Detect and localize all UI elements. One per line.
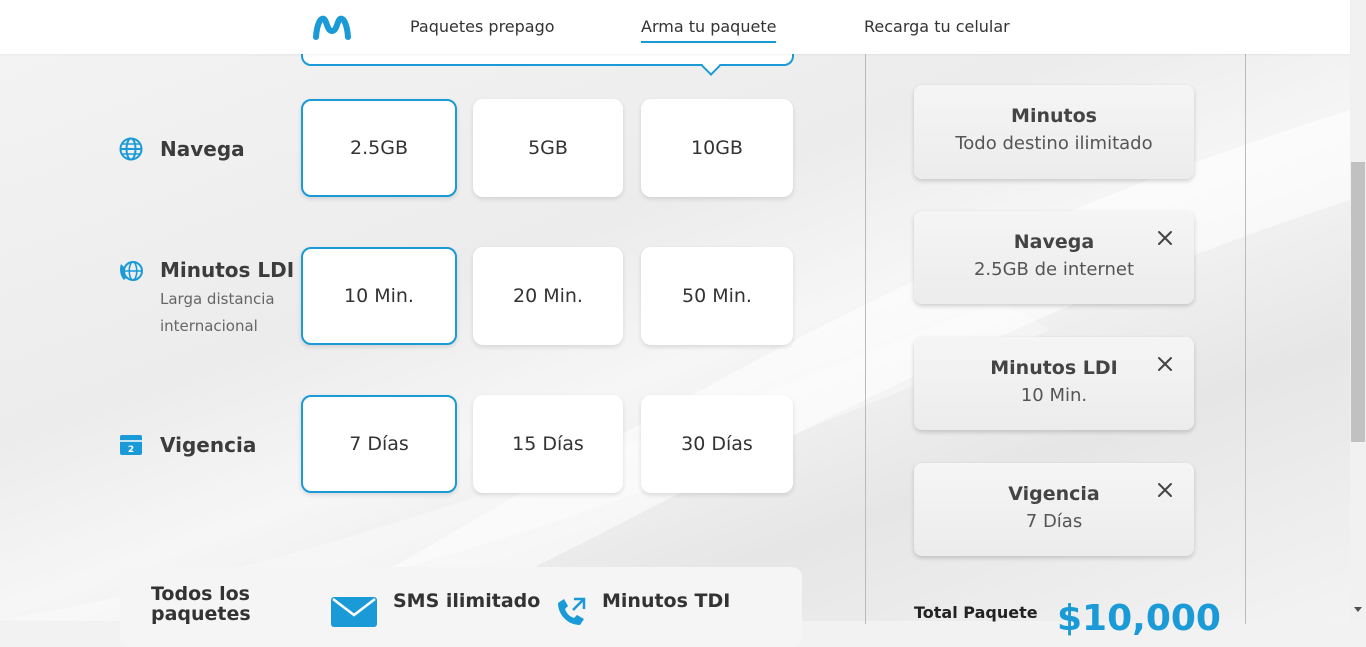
option-vigencia-7-dias[interactable]: 7 Días	[301, 395, 457, 493]
globe-icon	[119, 137, 143, 161]
scroll-down-arrow-icon[interactable]	[1354, 607, 1362, 612]
top-navigation-bar: Paquetes prepago Arma tu paquete Recarga…	[0, 0, 1350, 54]
summary-card-title: Minutos LDI	[990, 357, 1118, 379]
included-title: Todos los paquetes	[151, 583, 251, 625]
close-icon[interactable]	[1156, 481, 1174, 499]
row-subtitle: Larga distancia internacional	[160, 290, 275, 335]
feature-minutos-tdi: Minutos TDI	[602, 590, 731, 612]
summary-card-title: Minutos	[1011, 105, 1097, 127]
envelope-icon	[331, 597, 377, 627]
movistar-logo-icon[interactable]	[313, 13, 351, 41]
feature-sms-ilimitado: SMS ilimitado	[393, 590, 541, 612]
row-title: Minutos LDI	[160, 258, 295, 282]
close-icon[interactable]	[1156, 355, 1174, 373]
summary-card-minutos: Minutos Todo destino ilimitado	[914, 85, 1194, 179]
international-call-icon	[120, 261, 143, 281]
option-navega-10gb[interactable]: 10GB	[641, 99, 793, 197]
summary-card-title: Vigencia	[1008, 483, 1100, 505]
summary-card-vigencia: Vigencia 7 Días	[914, 463, 1194, 556]
calendar-icon: 2	[120, 435, 142, 455]
scrollbar-thumb[interactable]	[1351, 162, 1365, 442]
nav-recarga-tu-celular[interactable]: Recarga tu celular	[864, 17, 1010, 36]
close-icon[interactable]	[1156, 229, 1174, 247]
option-vigencia-15-dias[interactable]: 15 Días	[473, 395, 623, 493]
included-features-box: Todos los paquetes SMS ilimitado Minutos…	[120, 567, 802, 647]
option-navega-5gb[interactable]: 5GB	[473, 99, 623, 197]
nav-paquetes-prepago[interactable]: Paquetes prepago	[410, 17, 555, 36]
summary-card-value: 10 Min.	[1020, 385, 1088, 406]
summary-card-value: 7 Días	[1025, 511, 1083, 532]
option-vigencia-30-dias[interactable]: 30 Días	[641, 395, 793, 493]
row-title: Navega	[160, 137, 245, 161]
summary-card-value: 2.5GB de internet	[973, 259, 1135, 280]
option-ldi-50-min[interactable]: 50 Min.	[641, 247, 793, 345]
option-ldi-20-min[interactable]: 20 Min.	[473, 247, 623, 345]
total-amount: $10,000	[1057, 598, 1221, 639]
option-navega-2-5gb[interactable]: 2.5GB	[301, 99, 457, 197]
summary-card-navega: Navega 2.5GB de internet	[914, 211, 1194, 304]
option-ldi-10-min[interactable]: 10 Min.	[301, 247, 457, 345]
total-label: Total Paquete	[914, 603, 1038, 622]
nav-arma-tu-paquete[interactable]: Arma tu paquete	[641, 17, 777, 43]
svg-text:2: 2	[128, 445, 134, 455]
summary-card-value: Todo destino ilimitado	[955, 133, 1153, 154]
row-title: Vigencia	[160, 433, 257, 457]
summary-card-minutos-ldi: Minutos LDI 10 Min.	[914, 337, 1194, 430]
phone-transfer-icon	[558, 597, 586, 625]
summary-card-title: Navega	[1013, 231, 1095, 253]
